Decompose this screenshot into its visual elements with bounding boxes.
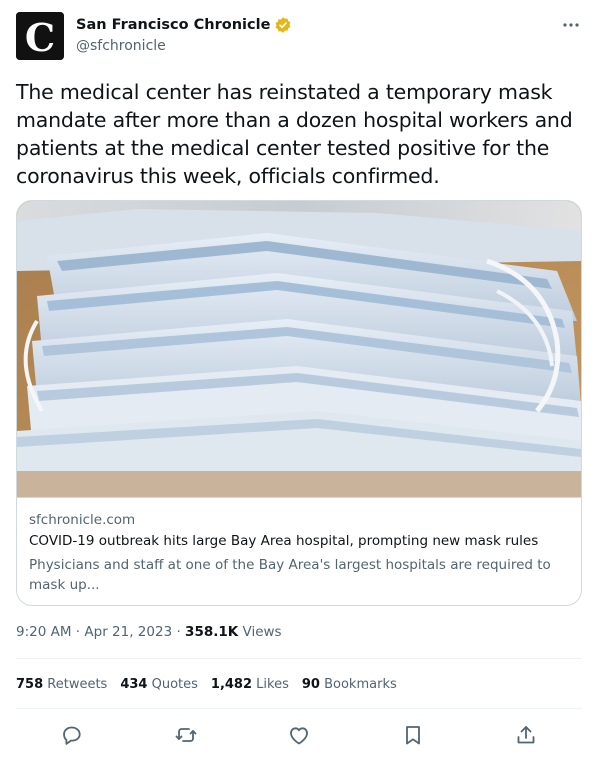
quotes-count: 434	[120, 677, 148, 692]
tweet-date[interactable]: Apr 21, 2023	[84, 624, 172, 640]
likes-label: Likes	[256, 677, 289, 692]
quotes-stat[interactable]: 434 Quotes	[120, 677, 198, 692]
bookmarks-count: 90	[301, 677, 320, 692]
svg-text:C: C	[25, 15, 55, 60]
meta-separator-2: ·	[176, 624, 181, 640]
link-card[interactable]: sfchronicle.com COVID-19 outbreak hits l…	[16, 200, 582, 606]
tweet-time[interactable]: 9:20 AM	[16, 624, 72, 640]
card-domain: sfchronicle.com	[29, 512, 136, 528]
likes-stat[interactable]: 1,482 Likes	[211, 677, 289, 692]
account-name[interactable]: San Francisco Chronicle	[76, 16, 292, 34]
meta-separator: ·	[75, 624, 81, 640]
retweets-label: Retweets	[47, 677, 108, 692]
account-name-text[interactable]: San Francisco Chronicle	[76, 17, 270, 33]
retweet-icon[interactable]	[174, 723, 198, 747]
tweet-header: C San Francisco Chronicle @sfchronicle	[16, 12, 582, 60]
face-masks-photo	[17, 201, 581, 497]
bookmarks-stat[interactable]: 90 Bookmarks	[302, 677, 397, 692]
like-icon[interactable]	[287, 723, 311, 747]
views-label: Views	[242, 624, 282, 640]
verified-badge-icon	[274, 16, 292, 34]
card-image[interactable]	[17, 201, 581, 498]
card-description: Physicians and staff at one of the Bay A…	[29, 557, 551, 593]
reply-icon[interactable]	[60, 723, 84, 747]
share-icon[interactable]	[514, 723, 538, 747]
tweet-text: The medical center has reinstated a temp…	[16, 80, 573, 188]
quotes-label: Quotes	[151, 677, 198, 692]
views-count: 358.1K	[185, 624, 239, 640]
account-handle[interactable]: @sfchronicle	[76, 38, 166, 54]
engagement-stats: 758 Retweets 434 Quotes 1,482 Likes 90 B…	[16, 677, 410, 692]
tweet-meta: 9:20 AM · Apr 21, 2023 · 358.1K Views	[16, 624, 282, 640]
likes-count: 1,482	[210, 677, 253, 692]
bookmarks-label: Bookmarks	[324, 677, 397, 692]
action-bar	[16, 720, 582, 750]
card-title[interactable]: COVID-19 outbreak hits large Bay Area ho…	[29, 533, 569, 549]
bookmark-icon[interactable]	[401, 723, 425, 747]
divider	[16, 658, 582, 659]
avatar[interactable]: C	[16, 12, 64, 60]
more-options-icon[interactable]	[560, 14, 582, 36]
divider-2	[16, 708, 582, 709]
retweets-stat[interactable]: 758 Retweets	[16, 677, 107, 692]
retweets-count: 758	[16, 677, 44, 692]
